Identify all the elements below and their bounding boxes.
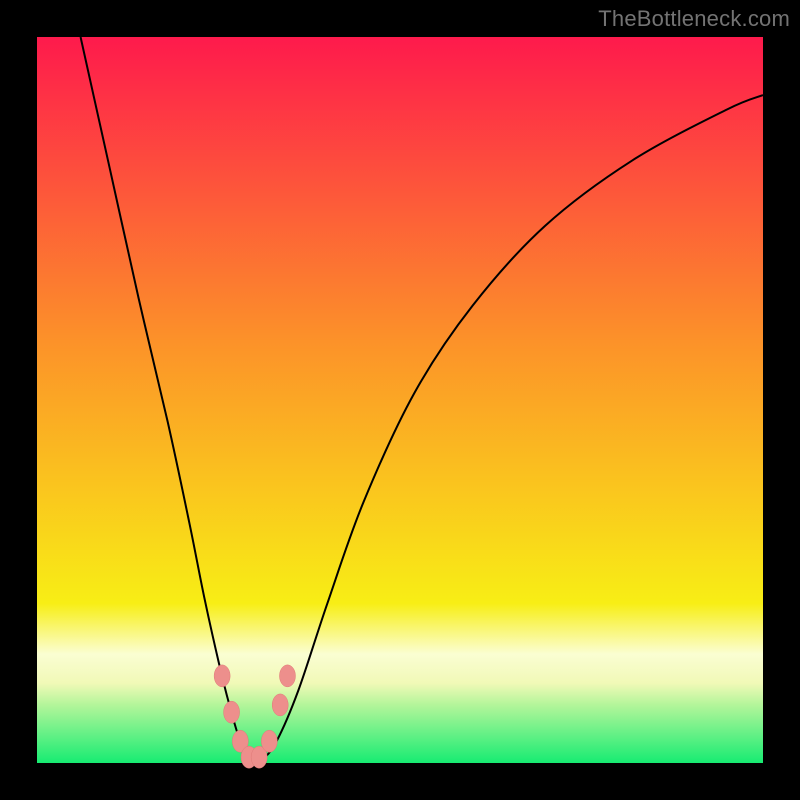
chart-frame: TheBottleneck.com bbox=[0, 0, 800, 800]
watermark-text: TheBottleneck.com bbox=[598, 6, 790, 32]
curve-svg bbox=[37, 37, 763, 763]
marker-group bbox=[214, 665, 295, 768]
curve-marker bbox=[224, 701, 240, 723]
bottleneck-curve bbox=[81, 37, 763, 762]
plot-area bbox=[37, 37, 763, 763]
curve-marker bbox=[272, 694, 288, 716]
curve-marker bbox=[214, 665, 230, 687]
curve-marker bbox=[261, 730, 277, 752]
curve-marker bbox=[279, 665, 295, 687]
